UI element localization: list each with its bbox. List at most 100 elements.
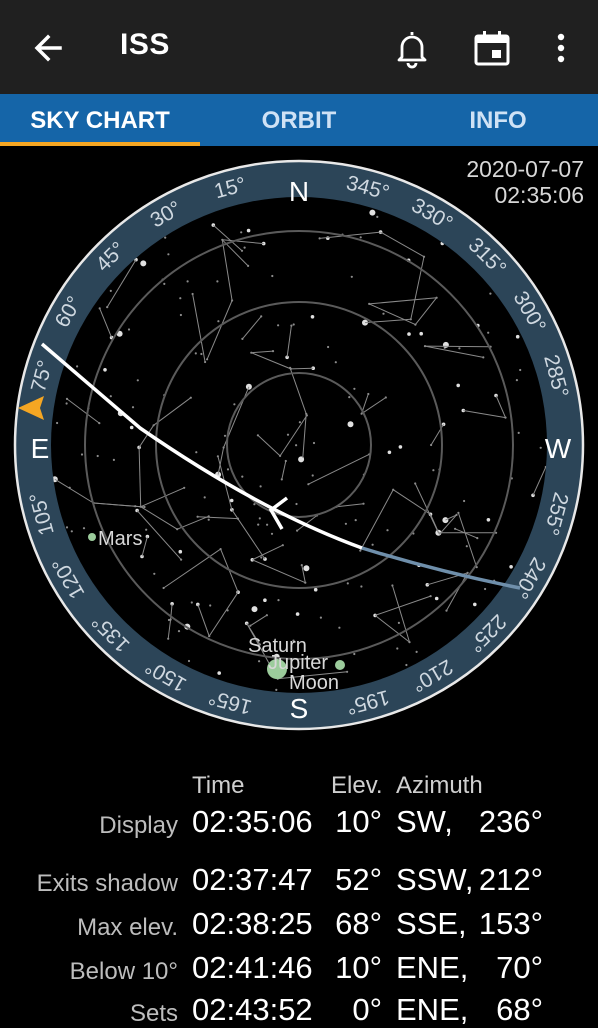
- star: [346, 582, 349, 585]
- star: [311, 474, 314, 477]
- compass-east: E: [31, 433, 50, 464]
- page-title: ISS: [120, 28, 170, 61]
- star: [519, 368, 522, 372]
- star: [246, 228, 251, 233]
- star: [153, 572, 156, 575]
- star: [432, 469, 435, 472]
- more-options-button[interactable]: [545, 26, 577, 70]
- star: [65, 402, 68, 405]
- star: [295, 444, 298, 447]
- compass-north: N: [289, 176, 309, 207]
- moon-label: Moon: [289, 672, 339, 694]
- star: [539, 446, 542, 449]
- star: [277, 324, 280, 327]
- star: [136, 379, 139, 382]
- back-button[interactable]: [26, 26, 70, 70]
- star: [109, 395, 112, 398]
- star: [194, 352, 197, 355]
- star: [350, 275, 353, 278]
- star: [263, 598, 267, 602]
- star: [371, 543, 374, 546]
- pass-row-time: 02:43:52: [192, 992, 313, 1027]
- star: [179, 313, 182, 317]
- arrow-back-icon: [34, 34, 62, 62]
- star: [178, 549, 183, 554]
- star: [186, 280, 189, 283]
- star: [253, 503, 256, 506]
- pass-row-direction: ENE,: [396, 950, 469, 985]
- compass-south: S: [290, 693, 309, 724]
- star: [338, 626, 341, 629]
- star: [286, 433, 290, 436]
- star: [515, 379, 519, 382]
- star: [266, 523, 269, 526]
- star: [200, 352, 203, 356]
- constellation-line: [290, 367, 314, 370]
- star: [353, 387, 356, 390]
- star: [292, 323, 295, 326]
- pass-row-label: Below 10°: [69, 958, 178, 985]
- pass-row-time: 02:38:25: [192, 906, 313, 941]
- moon-dot: [335, 660, 345, 670]
- star: [179, 297, 182, 300]
- star: [313, 587, 318, 592]
- tab-orbit[interactable]: ORBIT: [200, 94, 398, 146]
- star: [223, 434, 227, 437]
- mars-label: Mars: [98, 528, 142, 550]
- pass-row-direction: SSW,: [396, 862, 474, 897]
- star: [271, 274, 274, 278]
- notification-button[interactable]: [390, 26, 434, 70]
- star: [303, 565, 310, 572]
- pass-row-azimuth: 68°: [496, 992, 543, 1027]
- pass-row-azimuth: 153°: [478, 906, 543, 941]
- star: [243, 246, 246, 249]
- star: [405, 663, 408, 667]
- star: [344, 522, 347, 525]
- pass-row-direction: SW,: [396, 804, 453, 839]
- star: [209, 604, 212, 607]
- star: [259, 485, 262, 488]
- pass-row-label: Exits shadow: [36, 870, 178, 897]
- star: [486, 518, 491, 522]
- star: [245, 383, 252, 390]
- bell-icon: [397, 32, 427, 69]
- star: [112, 458, 115, 461]
- tab-info[interactable]: INFO: [398, 94, 598, 146]
- star: [241, 475, 244, 478]
- star: [226, 468, 230, 471]
- pass-row-time: 02:41:46: [192, 950, 313, 985]
- tab-bar: SKY CHART ORBIT INFO: [0, 94, 598, 146]
- app-bar: ISS: [0, 0, 598, 94]
- star: [260, 556, 263, 559]
- header-time: Time: [192, 772, 245, 799]
- star: [131, 406, 135, 409]
- star: [270, 532, 274, 535]
- star: [376, 215, 379, 218]
- star: [360, 585, 363, 588]
- star: [82, 527, 86, 530]
- star: [65, 526, 69, 529]
- star: [258, 517, 261, 520]
- star: [167, 253, 170, 256]
- tab-sky-chart[interactable]: SKY CHART: [0, 94, 200, 146]
- calendar-button[interactable]: [470, 26, 514, 70]
- star: [517, 431, 520, 434]
- star: [195, 451, 198, 454]
- star: [458, 347, 461, 350]
- star: [109, 289, 112, 292]
- star: [240, 231, 243, 234]
- star: [347, 421, 354, 428]
- star: [96, 454, 99, 458]
- star: [298, 421, 301, 424]
- star: [456, 383, 461, 388]
- pass-row-azimuth: 212°: [478, 862, 543, 897]
- star: [217, 671, 221, 675]
- star: [396, 647, 399, 650]
- sky-chart[interactable]: 15°30°45°60°75°105°120°135°150°165° 195°2…: [0, 146, 598, 746]
- star: [258, 660, 261, 663]
- star: [442, 341, 449, 348]
- star: [463, 499, 466, 503]
- star: [217, 320, 220, 323]
- star: [127, 328, 131, 331]
- star: [164, 236, 167, 239]
